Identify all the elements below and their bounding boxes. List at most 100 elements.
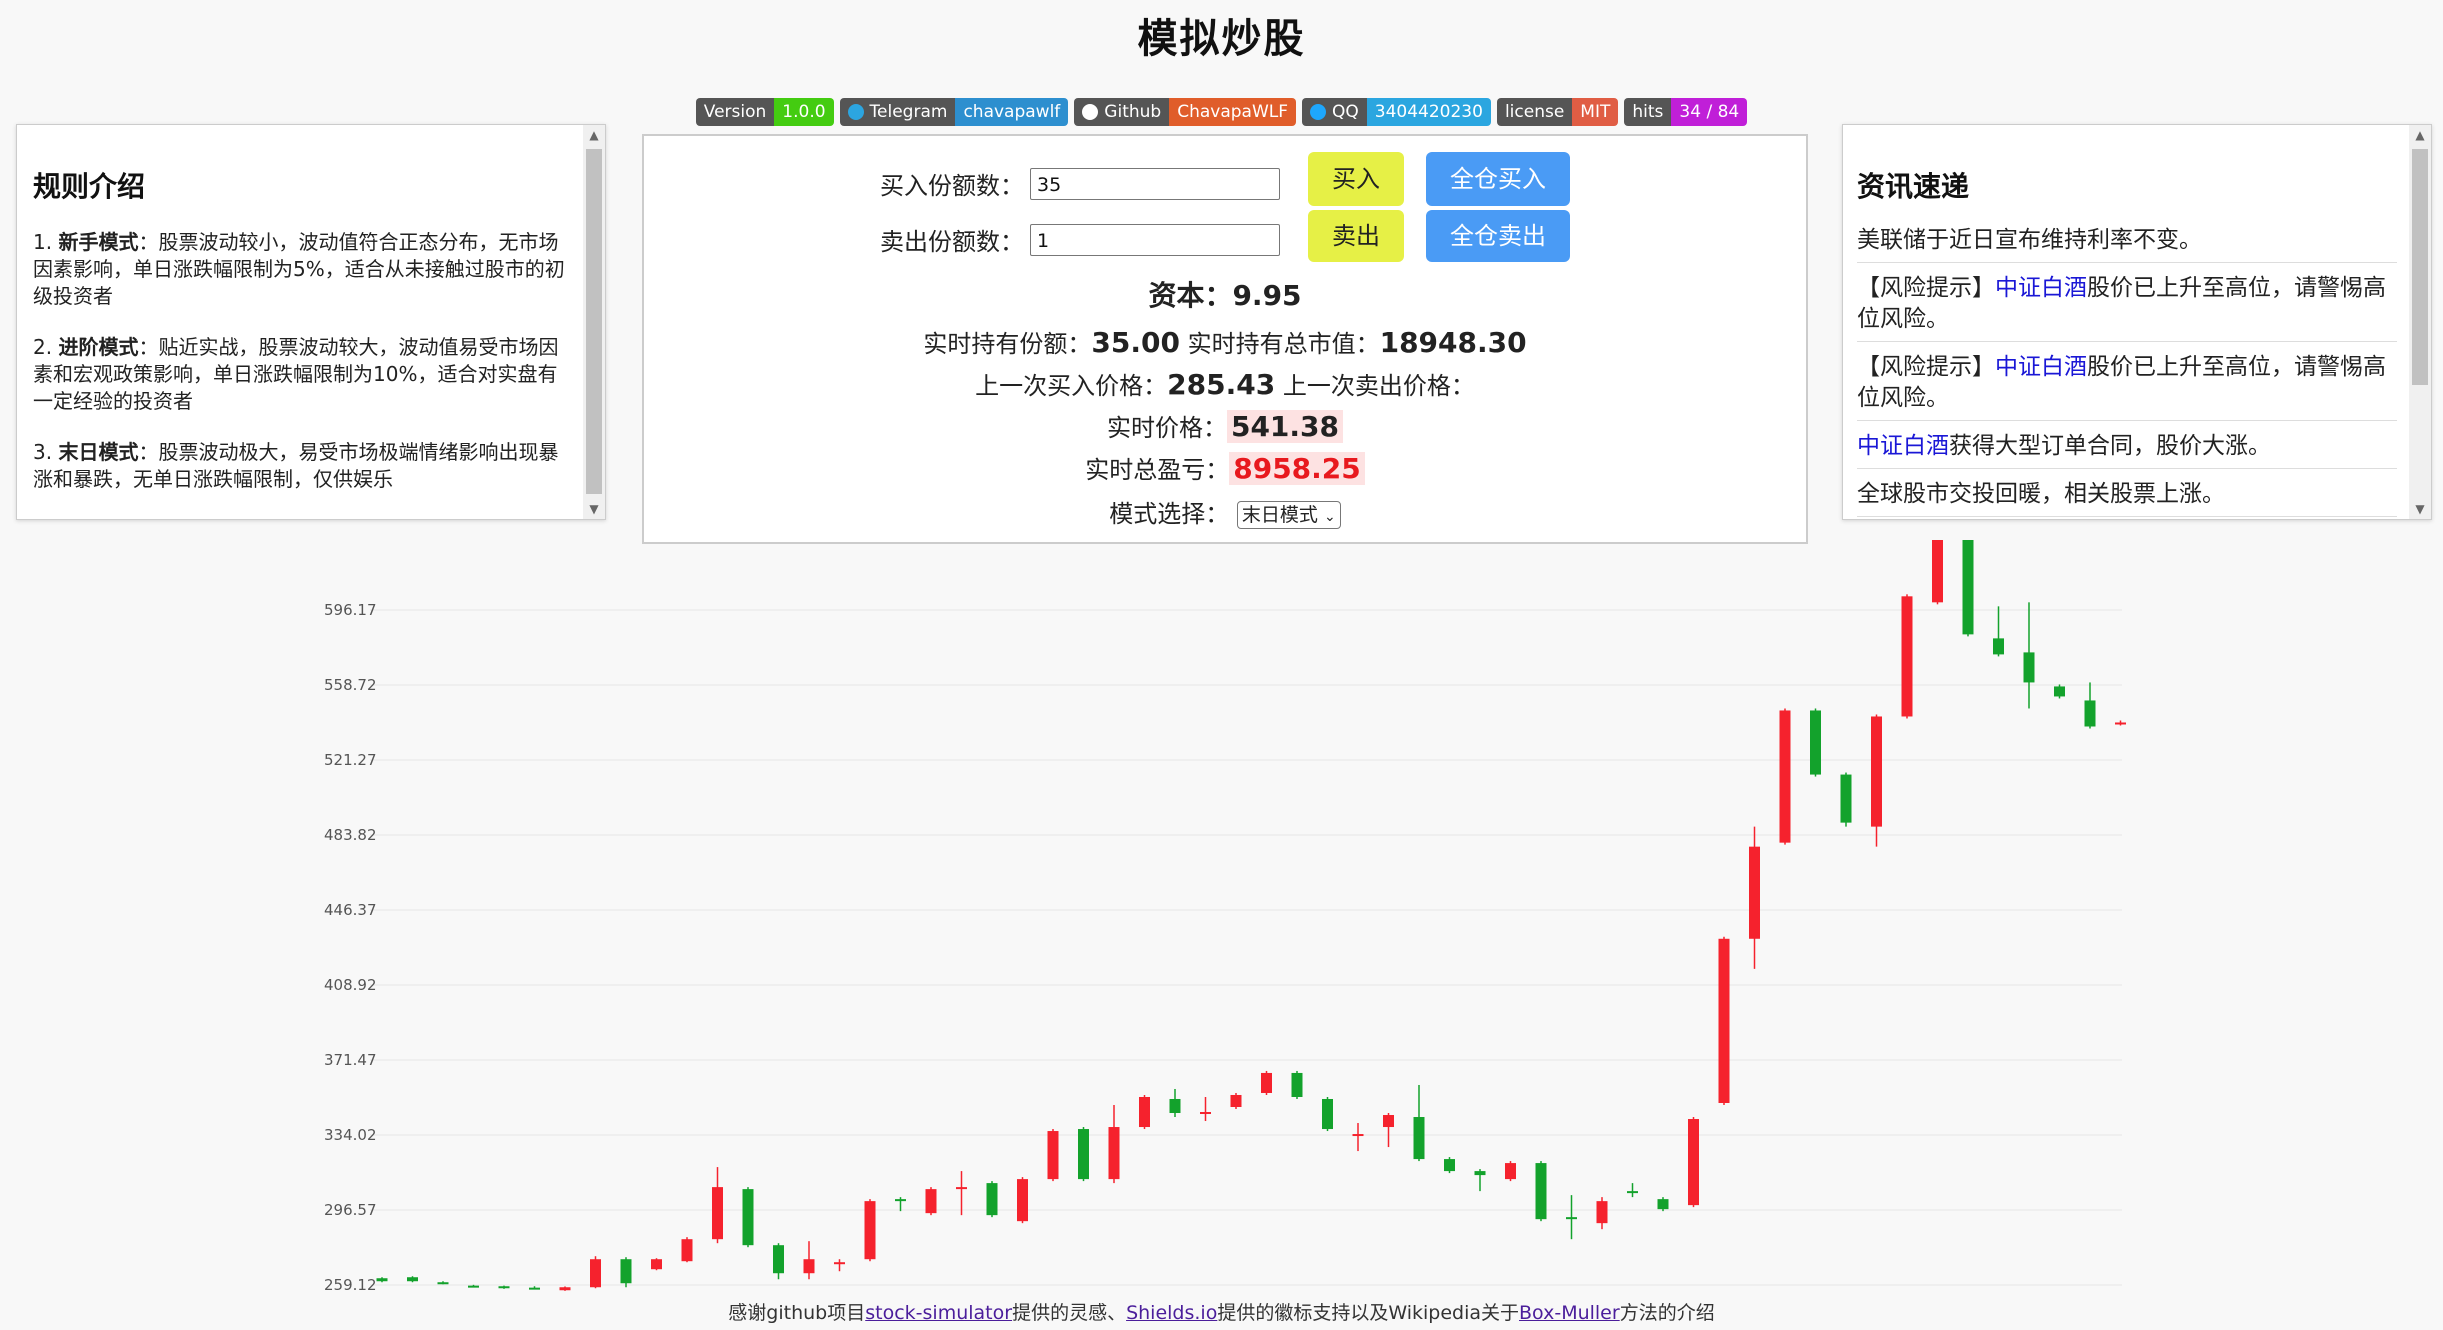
candle-up [1932,540,1943,603]
badge-hits[interactable]: hits 34 / 84 [1624,98,1748,126]
rule-number: 3. [33,440,53,464]
news-text: 全球股市交投回暖，相关股票上涨。 [1857,481,2225,507]
news-title: 资讯速递 [1857,170,1970,203]
candle-up [864,1201,876,1260]
candle-down [1993,638,2004,655]
rule-mode-name: 新手模式 [58,230,139,254]
candle-up [651,1259,662,1270]
candle-up [681,1239,693,1262]
last-sell-label: 上一次卖出价格： [1282,372,1475,400]
badge-label-text: Github [1104,102,1162,122]
footer-text-2: 提供的灵感、 [1012,1302,1127,1324]
candle-up [559,1287,571,1291]
shields-io-link[interactable]: Shields.io [1126,1302,1217,1324]
candle-up [803,1259,815,1274]
rule-number: 2. [33,335,53,359]
badge-value: MIT [1572,98,1619,126]
news-scrollbar[interactable]: ▲ ▼ [2409,125,2431,519]
stock-simulator-link[interactable]: stock-simulator [865,1302,1012,1324]
candle-down [468,1285,479,1288]
price-row: 实时价格： 541.38 [644,408,1806,443]
candle-down [1627,1191,1638,1194]
badge-telegram[interactable]: Telegram chavapawlf [839,98,1069,126]
badge-qq[interactable]: QQ 3404420230 [1302,98,1491,126]
pnl-label: 实时总盈亏： [1085,456,1230,484]
candle-down [2023,652,2035,683]
mode-select-value: 末日模式 [1241,504,1318,526]
telegram-icon [847,104,864,120]
badge-label-text: Version [703,102,767,122]
sell-button[interactable]: 卖出 [1308,210,1404,262]
candle-down [986,1183,998,1216]
box-muller-link[interactable]: Box-Muller [1519,1302,1620,1324]
last-buy-label: 上一次买入价格： [975,372,1168,400]
rule-number: 1. [33,230,53,254]
candle-down [376,1278,388,1282]
buy-all-button[interactable]: 全仓买入 [1426,152,1570,206]
sell-all-button[interactable]: 全仓卖出 [1426,210,1570,262]
scroll-thumb[interactable] [586,149,602,494]
buy-button[interactable]: 买入 [1308,152,1404,206]
badge-label: Github [1074,98,1170,126]
buy-amount-label: 买入份额数： [880,172,1024,200]
candle-down [1535,1163,1547,1220]
badge-label-text: QQ [1332,102,1359,122]
mode-select[interactable]: 末日模式 ⌄ [1236,501,1341,529]
rules-scrollbar[interactable]: ▲ ▼ [583,125,605,519]
sell-amount-input[interactable]: 1 [1030,224,1280,256]
news-stock-link[interactable]: 中证白酒 [1995,275,2087,301]
holding-mv-label: 实时持有总市值： [1187,330,1380,358]
candle-down [498,1286,510,1289]
candle-up [834,1262,845,1265]
badge-github[interactable]: Github ChavapaWLF [1074,98,1297,126]
mode-row: 模式选择： 末日模式 ⌄ [644,494,1806,529]
scroll-thumb[interactable] [2412,149,2428,385]
capital-row: 资本：9.95 [644,274,1806,314]
badge-version[interactable]: Version 1.0.0 [695,98,834,126]
scroll-down-icon[interactable]: ▼ [2409,499,2431,519]
candle-down [1840,774,1852,823]
holding-mv-value: 18948.30 [1379,326,1527,359]
badge-label-text: license [1504,102,1565,122]
news-text: 获得大型订单合同，股价大涨。 [1949,433,2271,459]
candle-down [2084,700,2096,727]
news-stock-link[interactable]: 中证白酒 [1857,433,1949,459]
candle-down [1810,710,1821,775]
badge-license[interactable]: license MIT [1496,98,1619,126]
badge-value: 1.0.0 [774,98,834,126]
candle-down [1169,1098,1181,1114]
candle-up [1505,1163,1516,1180]
github-icon [1082,104,1099,120]
candle-up [1047,1131,1059,1180]
trade-panel: 买入份额数： 35 买入 全仓买入 卖出份额数： 1 卖出 全仓卖出 资本：9.… [642,134,1808,544]
candle-down [773,1245,784,1274]
buy-amount-input[interactable]: 35 [1030,168,1280,200]
candle-up [590,1259,601,1288]
badge-value: 34 / 84 [1671,98,1748,126]
news-item: 全球股市交投回暖，相关股票上涨。 [1857,469,2397,517]
candle-up [1108,1127,1120,1180]
candle-down [529,1287,540,1290]
scroll-up-icon[interactable]: ▲ [583,125,605,145]
y-tick-label: 259.12 [324,1276,377,1294]
candle-down [620,1259,632,1284]
last-buy-value: 285.43 [1167,368,1276,401]
news-stock-link[interactable]: 中证白酒 [1995,354,2087,380]
rule-mode-name: 末日模式 [58,440,139,464]
badge-label: Version [695,98,775,126]
rules-panel: 规则介绍 1. 新手模式：股票波动较小，波动值符合正态分布，无市场因素影响，单日… [16,124,606,520]
badge-label: Telegram [839,98,956,126]
badge-label-text: hits [1632,102,1664,122]
candle-up [1139,1096,1150,1128]
capital-value: 9.95 [1232,279,1302,312]
candle-up [1749,846,1760,939]
y-tick-label: 371.47 [324,1051,377,1069]
scroll-down-icon[interactable]: ▼ [583,499,605,519]
candle-up [956,1187,967,1190]
news-item: 中证白酒获得大型订单合同，股价大涨。 [1857,421,2397,469]
news-prefix: 【风险提示】 [1857,354,1995,380]
candle-down [407,1277,418,1282]
candle-down [1291,1072,1303,1097]
scroll-up-icon[interactable]: ▲ [2409,125,2431,145]
candle-down [1322,1098,1333,1130]
